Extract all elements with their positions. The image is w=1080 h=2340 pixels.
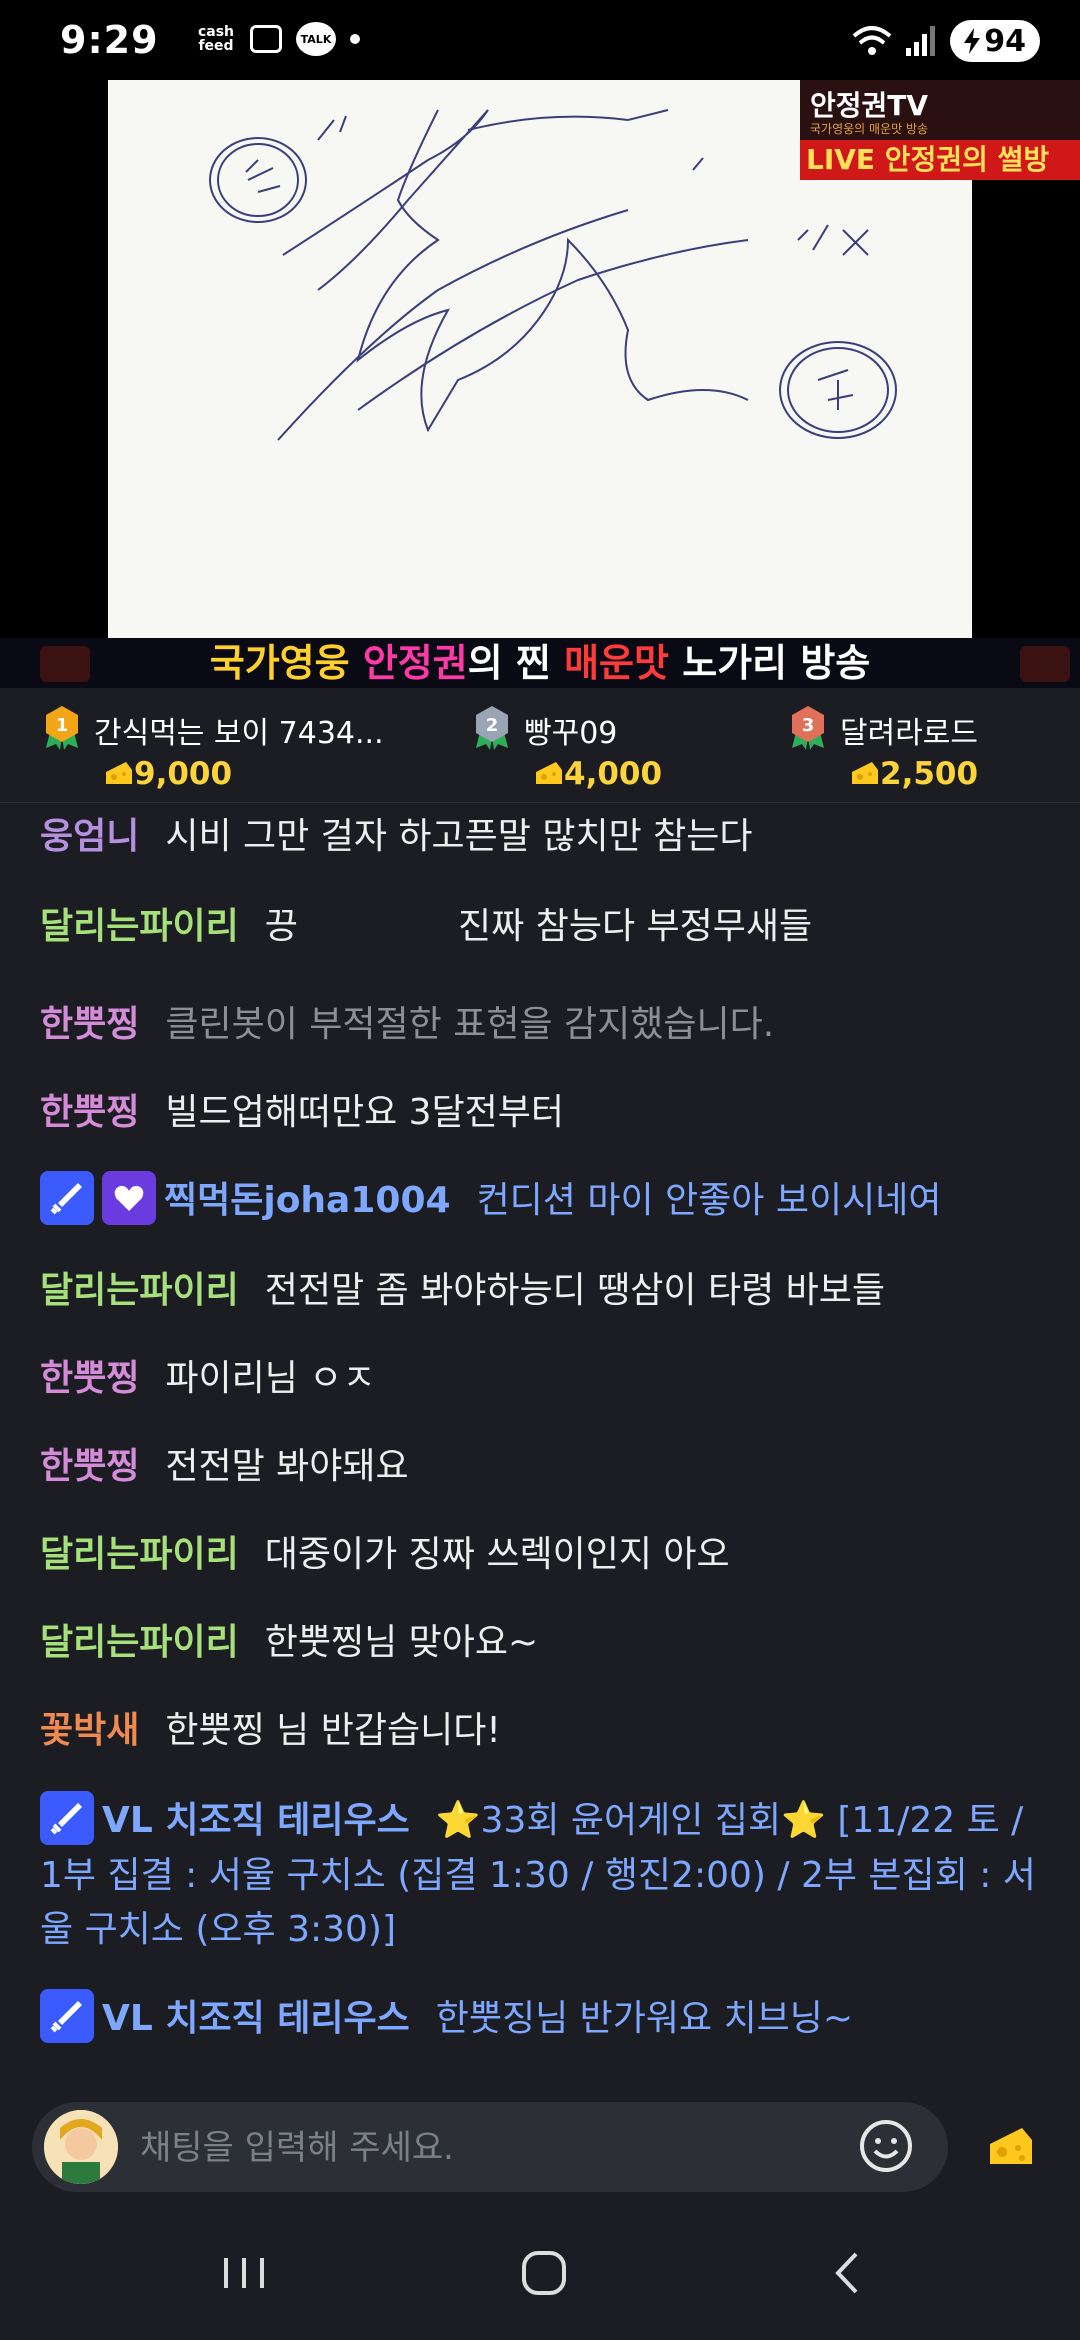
bronze-medal-icon: 3: [792, 706, 824, 750]
live-label: LIVE 안정권의 썰방: [800, 140, 1080, 180]
chat-message: 한뿟찡 클린봇이 부적절한 표현을 감지했습니다.: [40, 998, 1050, 1052]
chat-message: 꽃박새 한뿟찡 님 반갑습니다!: [40, 1704, 1050, 1758]
cheese-icon: [852, 762, 878, 784]
chat-message: 달리는파이리 대중이가 징짜 쓰렉이인지 아오: [40, 1528, 1050, 1582]
chat-nickname[interactable]: 달리는파이리: [40, 906, 239, 947]
sword-badge-icon: [40, 1791, 94, 1845]
ranking-amount: 4,000: [564, 756, 663, 792]
avatar[interactable]: [44, 2110, 118, 2184]
back-icon[interactable]: [818, 2248, 878, 2298]
svg-text:1: 1: [56, 715, 69, 736]
left-emblem-icon: [40, 646, 90, 682]
chat-text: 컨디션 마이 안좋아 보이시네여: [476, 1180, 942, 1221]
ranking-name: 달려라로드: [840, 716, 978, 751]
donation-ranking: 1 간식먹는 보이 7434... 9,000 2 빵꾸09 4,000 3 달…: [0, 688, 1080, 803]
chat-nickname[interactable]: 한뿟찡: [40, 1446, 139, 1487]
banner-text-3: 의 찐: [467, 641, 565, 685]
status-bar: 9:29 cash feed TALK 94: [0, 0, 1080, 80]
chat-nickname[interactable]: 한뿟찡: [40, 1092, 139, 1133]
chat-input-bar[interactable]: [32, 2102, 948, 2192]
chat-nickname[interactable]: 한뿟찡: [40, 1004, 139, 1045]
chat-text: 끙 진짜 참능다 부정무새들: [264, 906, 813, 947]
wifi-icon: [852, 26, 892, 55]
banner-text-5: 노가리 방송: [668, 641, 871, 685]
chat-message: 한뿟찡 전전말 봐야돼요: [40, 1440, 1050, 1494]
notification-icons: cash feed TALK: [196, 22, 360, 56]
sword-badge-icon: [40, 1171, 94, 1225]
chat-text: 대중이가 징짜 쓰렉이인지 아오: [264, 1534, 730, 1575]
chat-text: 한뿟징님 반가워요 치브닝~: [435, 1998, 854, 2039]
video-player[interactable]: 안정권TV 국가영웅의 매운맛 방송 LIVE 안정권의 썰방 국가영웅 안정권…: [0, 80, 1080, 688]
chat-text: 한뿟찡님 맞아요~: [264, 1622, 539, 1663]
ranking-name: 간식먹는 보이 7434...: [94, 716, 384, 751]
chat-text: 전전말 봐야돼요: [165, 1446, 409, 1487]
right-emblem-icon: [1020, 646, 1070, 682]
chat-message: 웅엄니 시비 그만 걸자 하고픈말 많치만 참는다: [40, 810, 1050, 864]
chat-nickname[interactable]: 달리는파이리: [40, 1622, 239, 1663]
camera-icon: [250, 25, 282, 53]
heart-badge-icon: [102, 1171, 156, 1225]
channel-subtitle: 국가영웅의 매운맛 방송: [810, 122, 929, 136]
ranking-name: 빵꾸09: [524, 716, 618, 751]
chat-input[interactable]: [138, 2120, 842, 2176]
chat-text: 파이리님 ㅇㅈ: [165, 1358, 376, 1399]
channel-logo: 안정권TV 국가영웅의 매운맛 방송 LIVE 안정권의 썰방: [800, 80, 1080, 180]
kakaotalk-icon: TALK: [296, 22, 336, 56]
chat-message: 달리는파이리 전전말 좀 봐야하능디 땡삼이 타령 바보들: [40, 1264, 1050, 1318]
system-icons: 94: [852, 20, 1040, 62]
more-notifications-icon: [350, 34, 360, 44]
chat-text: 시비 그만 걸자 하고픈말 많치만 참는다: [165, 816, 753, 857]
chat-message: 달리는파이리 한뿟찡님 맞아요~: [40, 1616, 1050, 1670]
ranking-amount: 2,500: [880, 756, 979, 792]
banner-text-2: 안정권: [362, 641, 468, 685]
chat-message: VL 치조직 테리우스 한뿟징님 반가워요 치브닝~: [40, 1989, 1050, 2047]
cheese-icon: [106, 762, 132, 784]
chat-text: 한뿟찡 님 반갑습니다!: [165, 1710, 501, 1751]
chat-nickname[interactable]: 웅엄니: [40, 816, 139, 857]
banner-text-4: 매운맛: [564, 641, 669, 685]
cleanbot-notice: 클린봇이 부적절한 표현을 감지했습니다.: [165, 1004, 775, 1045]
chat-nickname[interactable]: 달리는파이리: [40, 1270, 239, 1311]
cheese-donation-icon[interactable]: [986, 2124, 1036, 2170]
cheese-icon: [536, 762, 562, 784]
chat-message: 달리는파이리 끙 진짜 참능다 부정무새들: [40, 900, 1050, 954]
chat-nickname[interactable]: 꽃박새: [40, 1710, 139, 1751]
chat-message: VL 치조직 테리우스 ⭐33회 윤어게인 집회⭐ [11/22 토 / 1부 집…: [40, 1791, 1050, 1957]
silver-medal-icon: 2: [476, 706, 508, 750]
chat-nickname[interactable]: 찍먹돈joha1004: [164, 1180, 451, 1221]
chat-text: 빌드업해떠만요 3달전부터: [165, 1092, 565, 1133]
stream-title-banner: 국가영웅 안정권의 찐 매운맛 노가리 방송: [0, 638, 1080, 688]
chat-message: 한뿟찡 빌드업해떠만요 3달전부터: [40, 1086, 1050, 1140]
chat-message: 한뿟찡 파이리님 ㅇㅈ: [40, 1352, 1050, 1406]
svg-text:3: 3: [802, 715, 815, 736]
recent-apps-icon[interactable]: [214, 2248, 274, 2298]
svg-text:2: 2: [486, 715, 499, 736]
battery-level: 94: [984, 23, 1026, 59]
charging-icon: [964, 28, 981, 54]
channel-name: 안정권TV: [810, 89, 929, 122]
chat-nickname[interactable]: VL 치조직 테리우스: [102, 1998, 410, 2039]
cashfeed-icon: cash feed: [197, 24, 235, 54]
sword-badge-icon: [40, 1989, 94, 2043]
chat-nickname[interactable]: 달리는파이리: [40, 1534, 239, 1575]
system-nav-bar: [0, 2200, 1080, 2340]
chat-nickname[interactable]: 한뿟찡: [40, 1358, 139, 1399]
clock: 9:29: [60, 18, 159, 62]
chat-text: 전전말 좀 봐야하능디 땡삼이 타령 바보들: [264, 1270, 885, 1311]
banner-text-1: 국가영웅: [209, 641, 363, 685]
emoji-icon[interactable]: [858, 2118, 914, 2174]
signal-icon: [906, 26, 936, 56]
chat-list[interactable]: 웅엄니 시비 그만 걸자 하고픈말 많치만 참는다 달리는파이리 끙 진짜 참능다 …: [0, 802, 1080, 2082]
chat-nickname[interactable]: VL 치조직 테리우스: [102, 1800, 410, 1841]
gold-medal-icon: 1: [46, 706, 78, 750]
ranking-amount: 9,000: [134, 756, 233, 792]
chat-message: 찍먹돈joha1004 컨디션 마이 안좋아 보이시네여: [40, 1171, 1050, 1229]
battery-indicator: 94: [950, 20, 1040, 62]
home-icon[interactable]: [514, 2248, 574, 2298]
